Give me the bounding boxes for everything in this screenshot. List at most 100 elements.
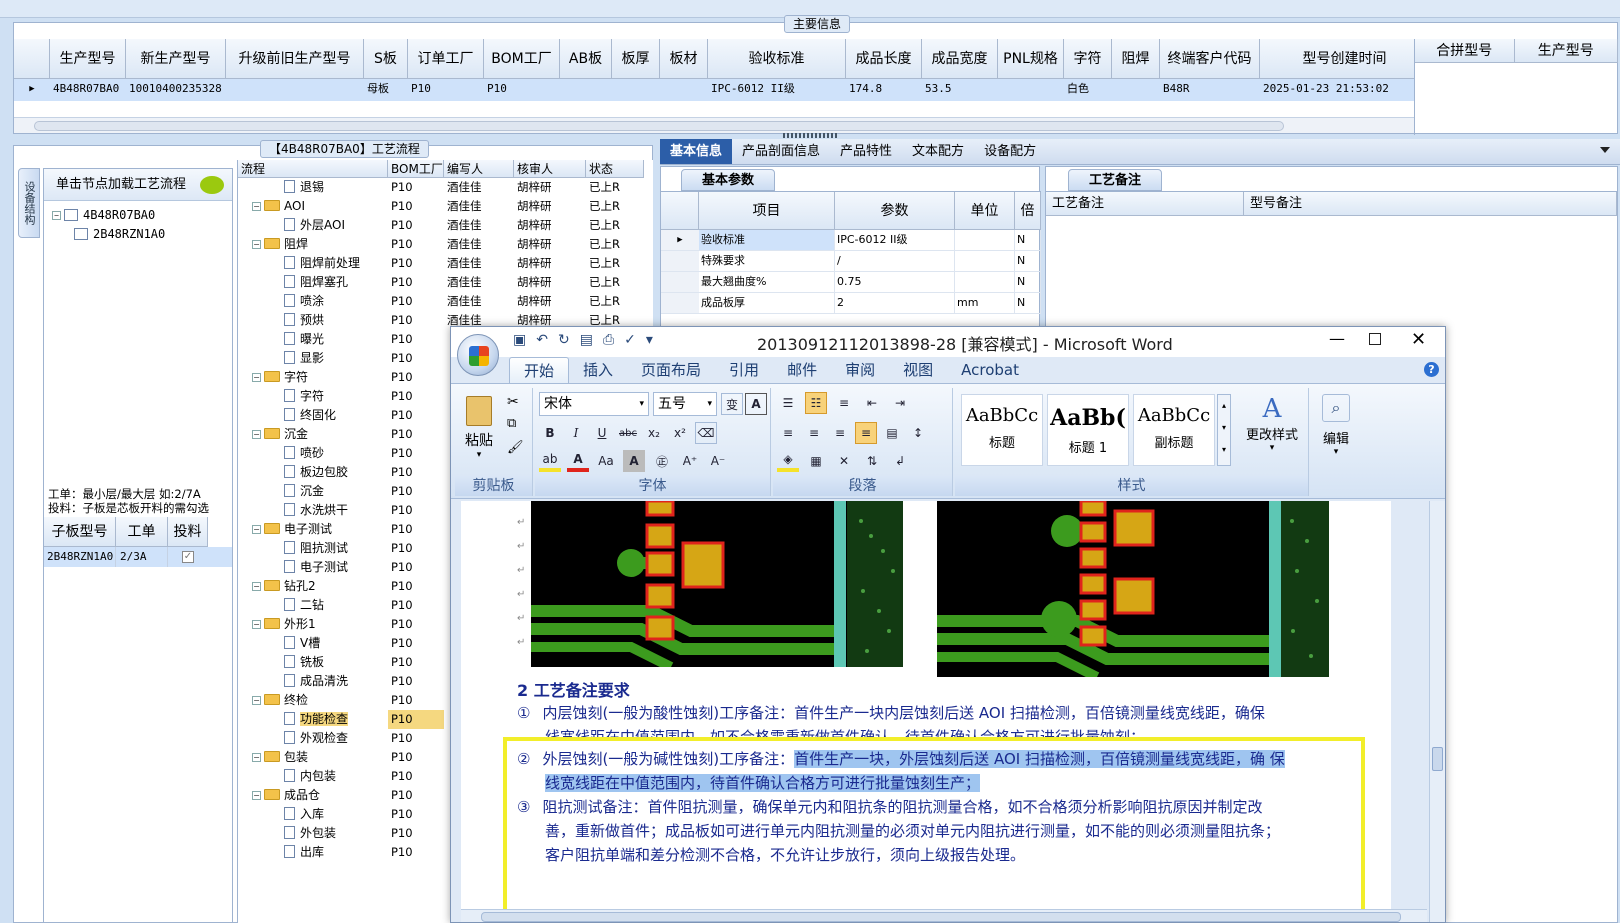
multilevel-list-icon[interactable]: ≡ — [833, 392, 855, 414]
flow-col-header[interactable]: 核审人 — [514, 160, 586, 178]
change-styles-button[interactable]: A 更改样式 ▾ — [1239, 394, 1305, 453]
copy-icon[interactable]: ⧉ — [507, 416, 516, 431]
param-col-header[interactable]: 项目 — [699, 192, 835, 230]
cut-icon[interactable]: ✂ — [507, 394, 519, 410]
ribbon-tab[interactable]: 开始 — [509, 357, 570, 383]
param-row[interactable]: 成品板厚 2 mm N — [661, 293, 1041, 314]
save-icon[interactable]: ▣ — [513, 332, 526, 348]
param-row[interactable]: 最大翘曲度% 0.75 N — [661, 272, 1041, 293]
office-button[interactable] — [457, 334, 499, 376]
superscript-icon[interactable]: x² — [669, 422, 691, 444]
table-row[interactable]: ▶ 4B48R07BA0 10010400235328 母板 P10 P10 IPC-601… — [14, 79, 1414, 101]
align-center-icon[interactable]: ≡ — [803, 422, 825, 444]
param-row[interactable]: ▶ 验收标准 IPC-6012 II级 N — [661, 230, 1041, 251]
align-right-icon[interactable]: ≡ — [829, 422, 851, 444]
strikethrough-icon[interactable]: abc — [617, 422, 639, 444]
phonetic-icon[interactable]: 变 — [721, 393, 743, 415]
sort-icon[interactable]: ⇅ — [861, 450, 883, 472]
flow-col-header[interactable]: BOM工厂 — [388, 160, 444, 178]
minimize-icon[interactable]: — — [1329, 329, 1345, 348]
side-tab[interactable]: 设备结构 — [18, 168, 40, 238]
param-col-header[interactable]: 单位 — [955, 192, 1015, 230]
column-header[interactable]: PNL规格 — [998, 39, 1064, 79]
collapse-icon[interactable]: − — [252, 696, 261, 705]
right-tab[interactable]: 设备配方 — [974, 139, 1046, 164]
right-tab[interactable]: 文本配方 — [902, 139, 974, 164]
align-left-icon[interactable]: ≡ — [777, 422, 799, 444]
chinese-layout-icon[interactable]: ✕ — [833, 450, 855, 472]
dropdown-arrow-icon[interactable] — [1600, 147, 1610, 153]
flow-row[interactable]: − AOI P10 酒佳佳 胡梓研 已上R — [238, 197, 653, 216]
borders-icon[interactable]: ▦ — [805, 450, 827, 472]
ribbon-tab[interactable]: 审阅 — [831, 357, 889, 383]
underline-icon[interactable]: U — [591, 422, 613, 444]
node-tree-item[interactable]: 2B48RZN1A0 — [52, 225, 232, 244]
spell-icon[interactable]: ✓ — [624, 332, 636, 348]
style-gallery-item[interactable]: AaBb(标题 1 — [1047, 394, 1129, 466]
collapse-icon[interactable]: − — [252, 791, 261, 800]
style-gallery-item[interactable]: AaBbCc 标题 — [961, 394, 1043, 466]
collapse-icon[interactable]: − — [252, 202, 261, 211]
column-header[interactable]: 阻焊 — [1112, 39, 1160, 79]
sub-col-header[interactable]: 投料 — [168, 517, 208, 547]
close-icon[interactable]: ✕ — [1411, 329, 1426, 350]
paste-button[interactable]: 粘贴 ▾ — [461, 392, 497, 468]
basic-params-tab[interactable]: 基本参数 — [681, 169, 775, 191]
decrease-indent-icon[interactable]: ⇤ — [861, 392, 883, 414]
highlight-icon[interactable]: ab — [539, 450, 561, 472]
column-header[interactable]: AB板 — [560, 39, 612, 79]
column-header[interactable]: BOM工厂 — [484, 39, 560, 79]
collapse-icon[interactable]: − — [252, 525, 261, 534]
collapse-icon[interactable]: − — [252, 753, 261, 762]
ribbon-tab[interactable]: 插入 — [569, 357, 627, 383]
font-size-select[interactable]: 五号 ▾ — [653, 392, 717, 416]
show-marks-icon[interactable]: ↲ — [889, 450, 911, 472]
splitter-handle[interactable] — [783, 133, 839, 138]
column-header[interactable]: 验收标准 — [708, 39, 846, 79]
style-gallery-item[interactable]: AaBbCc 副标题 — [1133, 394, 1215, 466]
remark-col-header[interactable]: 型号备注 — [1244, 192, 1617, 216]
flow-row[interactable]: 退锡 P10 酒佳佳 胡梓研 已上R — [238, 178, 653, 197]
bold-icon[interactable]: B — [539, 422, 561, 444]
maximize-icon[interactable] — [1369, 333, 1381, 345]
right-tab[interactable]: 基本信息 — [660, 139, 733, 164]
increase-indent-icon[interactable]: ⇥ — [889, 392, 911, 414]
numbering-icon[interactable]: ☷ — [805, 392, 827, 414]
format-painter-icon[interactable]: 🖌 — [507, 440, 524, 455]
char-border-icon[interactable]: A — [745, 393, 767, 415]
param-row[interactable]: 特殊要求 / N — [661, 251, 1041, 272]
justify-icon[interactable]: ≡ — [855, 422, 877, 444]
collapse-icon[interactable]: − — [252, 620, 261, 629]
remark-col-header[interactable]: 工艺备注 — [1046, 192, 1244, 216]
enclose-char-icon[interactable]: ㊣ — [651, 450, 673, 472]
font-name-select[interactable]: 宋体 ▾ — [539, 392, 649, 416]
flow-row[interactable]: 阻焊塞孔 P10 酒佳佳 胡梓研 已上R — [238, 273, 653, 292]
column-header[interactable]: 终端客户代码 — [1160, 39, 1260, 79]
collapse-icon[interactable]: − — [52, 211, 61, 220]
table-row[interactable]: 2B48RZN1A0 2/3A ✓ — [44, 547, 232, 567]
column-header[interactable]: 成品长度 — [846, 39, 922, 79]
param-col-header[interactable]: 倍 — [1015, 192, 1041, 230]
flow-col-header[interactable]: 编写人 — [444, 160, 514, 178]
flow-row[interactable]: 喷涂 P10 酒佳佳 胡梓研 已上R — [238, 292, 653, 311]
column-header[interactable]: 板厚 — [612, 39, 660, 79]
column-header[interactable]: 型号创建时间 — [1260, 39, 1414, 79]
bullets-icon[interactable]: ☰ — [777, 392, 799, 414]
edit-button[interactable]: ⌕ 编辑 ▾ — [1313, 388, 1359, 496]
horizontal-scrollbar[interactable] — [14, 117, 1414, 133]
collapse-icon[interactable]: − — [252, 373, 261, 382]
merge-col-header[interactable]: 合拼型号 — [1415, 39, 1515, 63]
ribbon-tab[interactable]: Acrobat — [947, 357, 1033, 383]
ribbon-tab[interactable]: 视图 — [889, 357, 947, 383]
node-tree-item[interactable]: −4B48R07BA0 — [52, 206, 232, 225]
styles-scroll-icon[interactable]: ▴ ▾ ▾ — [1217, 394, 1231, 466]
collapse-icon[interactable]: − — [252, 430, 261, 439]
column-header[interactable]: 升级前旧生产型号 — [226, 39, 364, 79]
chat-bubble-icon[interactable] — [200, 176, 224, 194]
collapse-icon[interactable]: − — [252, 240, 261, 249]
shading-icon[interactable]: ◈ — [777, 450, 799, 472]
open-icon[interactable]: ▤ — [580, 332, 593, 348]
merge-col-header[interactable]: 生产型号 — [1514, 39, 1618, 63]
flow-row[interactable]: 外层AOI P10 酒佳佳 胡梓研 已上R — [238, 216, 653, 235]
grow-font-icon[interactable]: A⁺ — [679, 450, 701, 472]
